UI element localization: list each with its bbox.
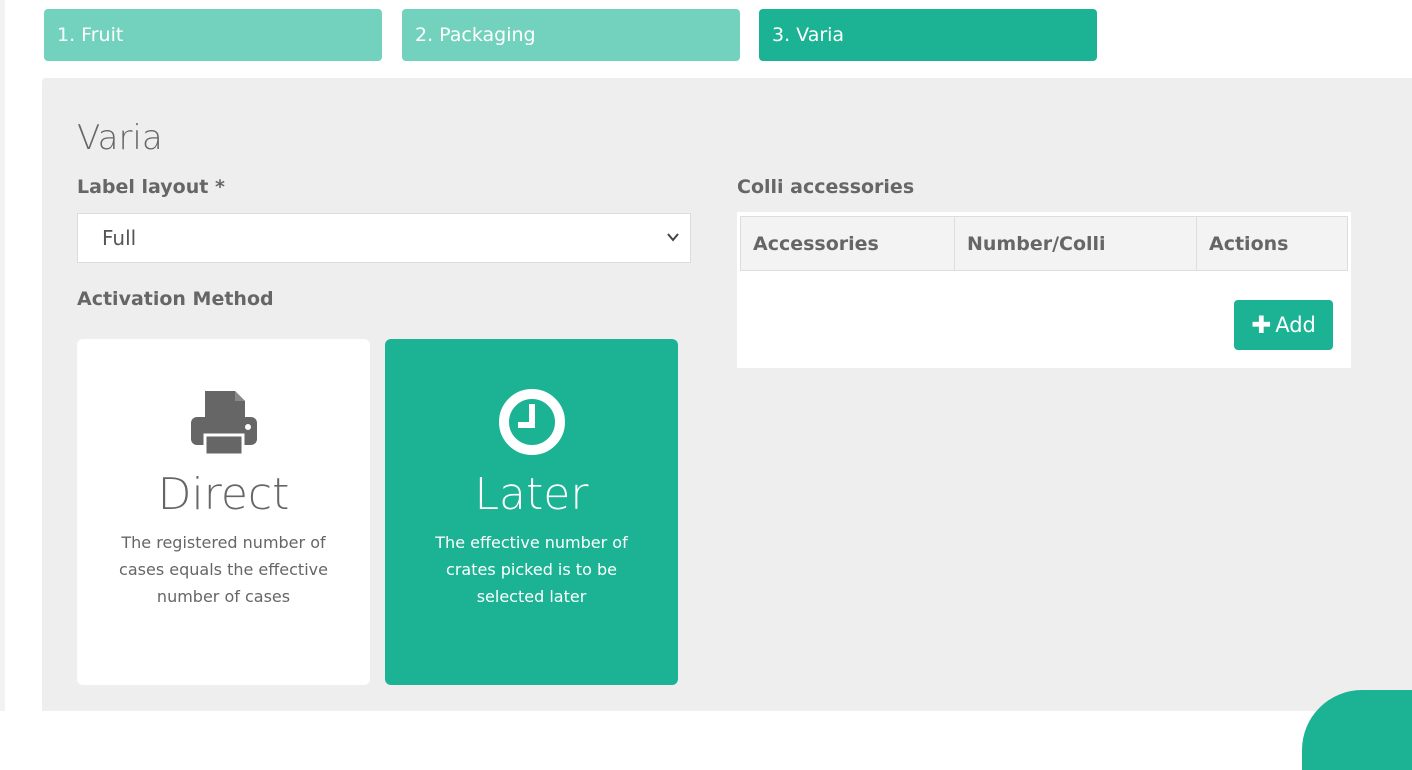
- colli-accessories-box: Accessories Number/Colli Actions ✚ Add: [737, 212, 1351, 368]
- printer-icon: [190, 391, 257, 457]
- label-layout-label: Label layout *: [77, 176, 225, 198]
- step-varia[interactable]: 3. Varia: [759, 9, 1097, 61]
- section-title: Varia: [77, 118, 163, 158]
- label-layout-value: Full: [102, 226, 137, 250]
- left-edge-strip: [0, 0, 5, 711]
- chevron-down-icon: [667, 233, 679, 242]
- column-accessories: Accessories: [740, 216, 955, 271]
- later-description: The effective number of crates picked is…: [435, 533, 628, 606]
- colli-accessories-table: Accessories Number/Colli Actions: [740, 216, 1348, 271]
- step-packaging[interactable]: 2. Packaging: [402, 9, 740, 61]
- label-layout-select[interactable]: Full: [77, 213, 691, 263]
- table-header-row: Accessories Number/Colli Actions: [740, 216, 1348, 271]
- column-actions: Actions: [1196, 216, 1348, 271]
- activation-option-later[interactable]: Later The effective number of crates pic…: [385, 339, 678, 685]
- add-button-label: Add: [1275, 313, 1316, 337]
- activation-method-label: Activation Method: [77, 288, 274, 310]
- add-accessory-button[interactable]: ✚ Add: [1234, 300, 1333, 350]
- direct-title: Direct: [157, 469, 290, 520]
- later-title: Later: [474, 469, 589, 520]
- column-number-colli: Number/Colli: [954, 216, 1197, 271]
- direct-description: The registered number of cases equals th…: [119, 533, 328, 606]
- varia-panel: Varia Label layout * Full Activation Met…: [42, 78, 1412, 711]
- step-fruit[interactable]: 1. Fruit: [44, 9, 382, 61]
- plus-icon: ✚: [1251, 311, 1272, 339]
- activation-option-direct[interactable]: Direct The registered number of cases eq…: [77, 339, 370, 685]
- colli-accessories-label: Colli accessories: [737, 176, 915, 198]
- clock-icon: [498, 389, 565, 455]
